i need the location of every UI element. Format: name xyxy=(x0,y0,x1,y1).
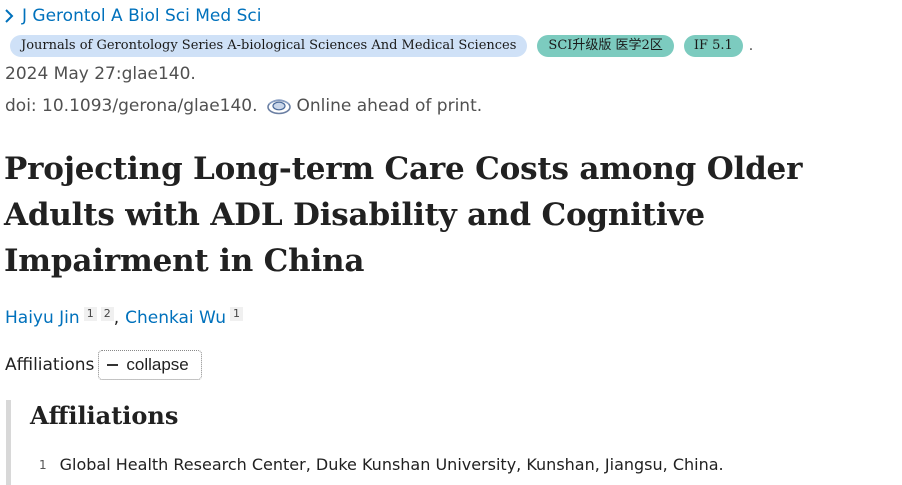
affiliation-ref[interactable]: 1 xyxy=(83,307,97,321)
publication-status: Online ahead of print. xyxy=(266,96,483,116)
impact-factor-badge[interactable]: IF 5.1 xyxy=(683,35,743,57)
badges-trailing-period: . xyxy=(748,38,754,54)
affiliations-heading: Affiliations xyxy=(30,401,179,430)
collapse-button-label: collapse xyxy=(126,355,189,374)
chevron-right-icon xyxy=(5,9,14,23)
author-list: Haiyu Jin 1 2 , Chenkai Wu 1 xyxy=(5,307,244,328)
journal-fullname-badge[interactable]: Journals of Gerontology Series A-biologi… xyxy=(10,35,528,57)
journal-badges: Journals of Gerontology Series A-biologi… xyxy=(10,35,753,57)
collapse-affiliations-button[interactable]: collapse xyxy=(98,350,202,380)
online-status-icon xyxy=(266,99,291,115)
author-separator: , xyxy=(113,308,120,328)
affiliations-panel: Affiliations 1 Global Health Research Ce… xyxy=(6,400,902,485)
doi-text: doi: 10.1093/gerona/glae140. xyxy=(5,96,258,116)
affiliation-number: 1 xyxy=(39,458,47,472)
doi-line: doi: 10.1093/gerona/glae140. Online ahea… xyxy=(5,96,482,116)
sci-rank-badge[interactable]: SCI升级版 医学2区 xyxy=(537,35,674,57)
minus-icon xyxy=(107,364,119,366)
affiliations-label: Affiliations xyxy=(5,355,95,375)
affiliation-item: 1 Global Health Research Center, Duke Ku… xyxy=(39,455,724,474)
affiliations-toggle-row: Affiliations collapse xyxy=(5,350,202,380)
affiliation-ref[interactable]: 1 xyxy=(230,307,244,321)
affiliation-ref[interactable]: 2 xyxy=(100,307,114,321)
affiliation-text: Global Health Research Center, Duke Kuns… xyxy=(59,455,724,474)
author-link-haiyu-jin[interactable]: Haiyu Jin xyxy=(5,308,80,328)
journal-link[interactable]: J Gerontol A Biol Sci Med Sci xyxy=(4,6,261,26)
publication-status-text: Online ahead of print. xyxy=(296,96,483,116)
author-link-chenkai-wu[interactable]: Chenkai Wu xyxy=(125,308,226,328)
article-title: Projecting Long-term Care Costs among Ol… xyxy=(4,151,803,279)
journal-abbrev: J Gerontol A Biol Sci Med Sci xyxy=(22,6,262,26)
citation-date: 2024 May 27:glae140. xyxy=(5,64,196,84)
